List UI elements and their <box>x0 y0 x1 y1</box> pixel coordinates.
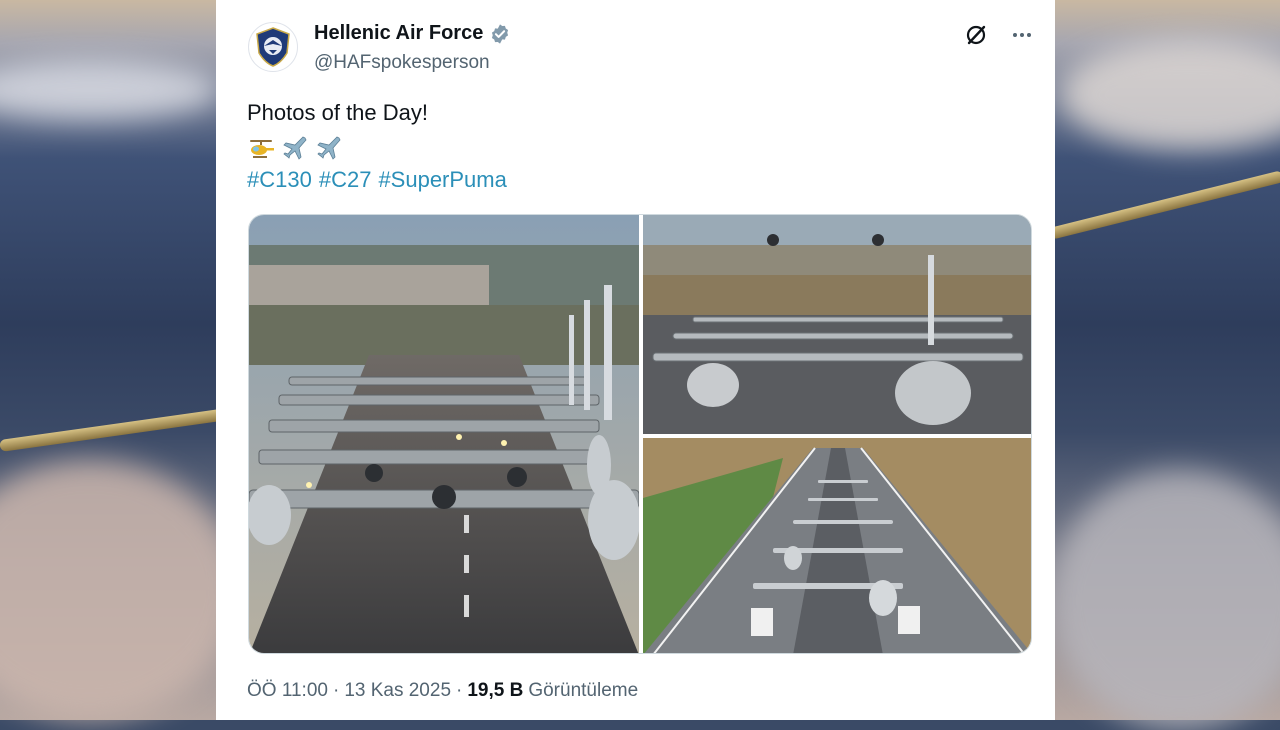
hashtags: #C130 #C27 #SuperPuma <box>247 167 507 193</box>
airplane-icon <box>315 134 343 162</box>
name-row: Hellenic Air Force <box>314 22 511 45</box>
views-label[interactable]: Görüntüleme <box>528 680 638 702</box>
verified-badge-icon <box>492 23 509 44</box>
helicopter-icon <box>247 134 275 162</box>
cloud-decoration <box>0 60 220 120</box>
cloud-decoration <box>1060 40 1280 150</box>
photo-2[interactable] <box>643 215 1031 434</box>
display-name[interactable]: Hellenic Air Force <box>314 22 483 45</box>
tweet-card: Hellenic Air Force @HAFspokesperson Phot… <box>216 0 1055 720</box>
media-grid <box>248 214 1032 654</box>
tweet-time[interactable]: ÖÖ 11:00 <box>247 680 328 702</box>
grok-icon[interactable] <box>963 22 989 48</box>
avatar[interactable] <box>248 22 298 72</box>
emoji-row <box>247 134 343 162</box>
more-icon[interactable] <box>1009 22 1035 48</box>
tweet-text: Photos of the Day! <box>247 100 428 125</box>
meta-separator: · <box>332 680 340 701</box>
hashtag-link[interactable]: #C130 <box>247 167 312 193</box>
tweet-actions-top <box>963 22 1035 48</box>
air-force-emblem-icon <box>256 27 290 67</box>
wing-decoration <box>0 408 229 452</box>
airplane-icon <box>281 134 309 162</box>
wing-decoration <box>1048 170 1280 240</box>
meta-separator: · <box>456 680 463 701</box>
photo-3[interactable] <box>643 438 1031 653</box>
hashtag-link[interactable]: #SuperPuma <box>378 167 506 193</box>
tweet-meta: ÖÖ 11:00 · 13 Kas 2025 · 19,5 B Görüntül… <box>247 680 638 702</box>
photo-1[interactable] <box>249 215 639 653</box>
tweet-date[interactable]: 13 Kas 2025 <box>344 680 451 702</box>
views-count[interactable]: 19,5 B <box>467 680 523 702</box>
cloud-decoration <box>0 460 240 720</box>
handle[interactable]: @HAFspokesperson <box>314 52 490 74</box>
hashtag-link[interactable]: #C27 <box>319 167 372 193</box>
cloud-decoration <box>1050 470 1280 730</box>
